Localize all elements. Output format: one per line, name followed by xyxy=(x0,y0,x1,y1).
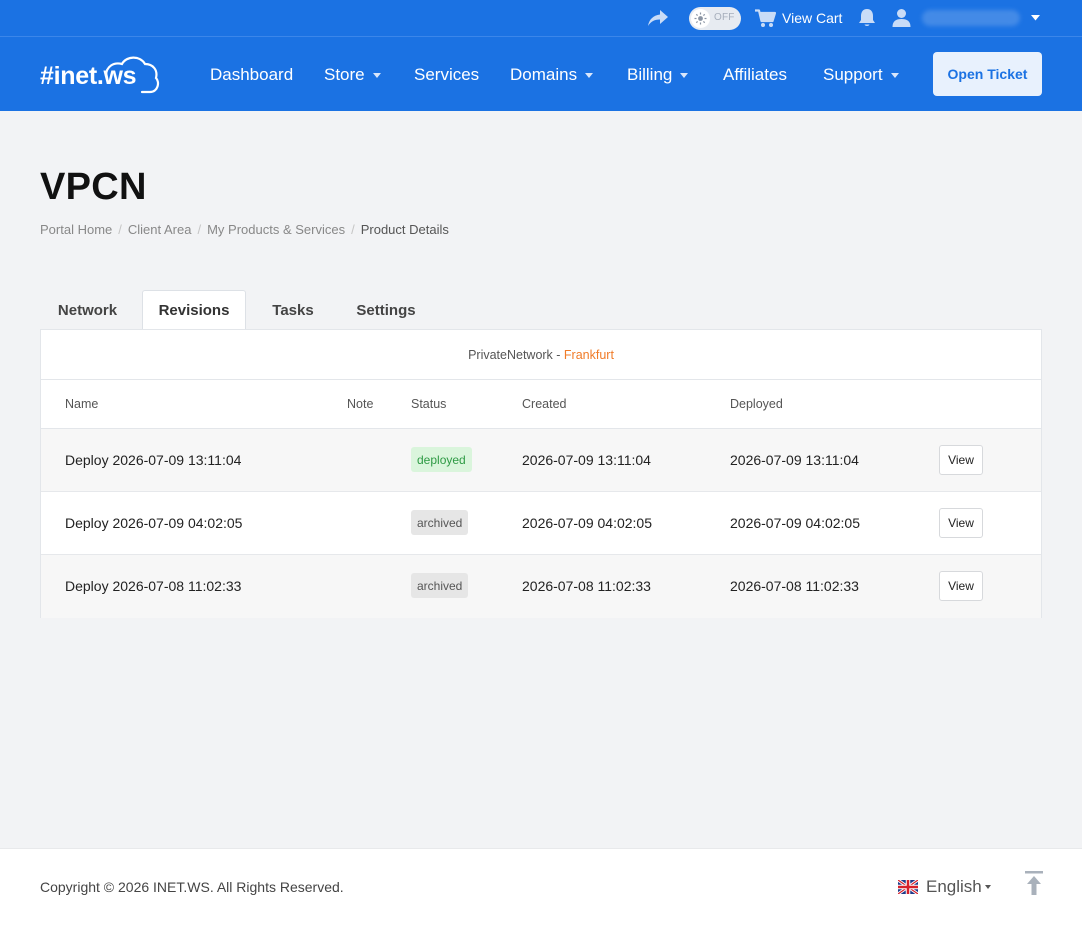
nav-support[interactable]: Support xyxy=(823,65,899,85)
chevron-down-icon xyxy=(984,885,991,889)
view-revision-button[interactable]: View xyxy=(939,508,983,538)
back-to-top-icon[interactable] xyxy=(1023,871,1045,897)
user-icon[interactable] xyxy=(892,8,911,28)
status-badge: deployed xyxy=(411,447,472,472)
uk-flag-icon xyxy=(898,880,918,894)
breadcrumb-portal-home[interactable]: Portal Home xyxy=(40,222,112,237)
nav-affiliates-label: Affiliates xyxy=(723,65,787,84)
table-row: Deploy 2026-07-08 11:02:33 archived 2026… xyxy=(41,555,1041,618)
nav-store[interactable]: Store xyxy=(324,65,381,85)
chevron-down-icon xyxy=(680,72,689,78)
status-badge: archived xyxy=(411,573,469,598)
column-header-name: Name xyxy=(65,397,99,411)
nav-dashboard[interactable]: Dashboard xyxy=(210,65,293,85)
view-cart-link[interactable]: View Cart xyxy=(755,8,842,28)
nav-support-label: Support xyxy=(823,65,883,84)
open-ticket-button[interactable]: Open Ticket xyxy=(933,52,1042,96)
user-name-redacted[interactable] xyxy=(922,10,1020,26)
dark-mode-toggle[interactable]: OFF xyxy=(689,7,741,30)
main-navigation: #inet.ws Dashboard Store Services Domain… xyxy=(0,37,1082,111)
share-arrow-icon[interactable] xyxy=(647,9,669,27)
revision-created: 2026-07-08 11:02:33 xyxy=(522,578,651,594)
chevron-down-icon xyxy=(585,72,594,78)
column-header-deployed: Deployed xyxy=(730,397,783,411)
panel-header: PrivateNetwork - Frankfurt xyxy=(41,330,1041,380)
column-header-created: Created xyxy=(522,397,567,411)
view-revision-button[interactable]: View xyxy=(939,445,983,475)
brand-logo[interactable]: #inet.ws xyxy=(40,54,160,94)
sun-icon xyxy=(694,12,707,25)
nav-store-label: Store xyxy=(324,65,365,84)
status-badge: archived xyxy=(411,510,469,535)
bell-icon[interactable] xyxy=(858,8,876,28)
nav-billing-label: Billing xyxy=(627,65,673,84)
view-revision-button[interactable]: View xyxy=(939,571,983,601)
table-row: Deploy 2026-07-09 13:11:04 deployed 2026… xyxy=(41,429,1041,492)
breadcrumb-separator: / xyxy=(118,222,122,237)
column-header-status: Status xyxy=(411,397,447,411)
cart-icon xyxy=(755,8,776,27)
revision-created: 2026-07-09 13:11:04 xyxy=(522,452,651,468)
column-header-note: Note xyxy=(347,397,374,411)
tab-tasks[interactable]: Tasks xyxy=(254,290,332,330)
page-footer: Copyright © 2026 INET.WS. All Rights Res… xyxy=(0,848,1082,925)
revision-name: Deploy 2026-07-09 13:11:04 xyxy=(65,452,242,468)
nav-services-label: Services xyxy=(414,65,480,84)
page-title: VPCN xyxy=(40,166,147,208)
revision-deployed: 2026-07-09 13:11:04 xyxy=(730,452,859,468)
nav-services[interactable]: Services xyxy=(414,65,479,85)
breadcrumb-my-products[interactable]: My Products & Services xyxy=(207,222,345,237)
revision-created: 2026-07-09 04:02:05 xyxy=(522,515,652,531)
toggle-knob xyxy=(691,9,710,28)
tab-revisions[interactable]: Revisions xyxy=(142,290,246,330)
table-row: Deploy 2026-07-09 04:02:05 archived 2026… xyxy=(41,492,1041,555)
breadcrumb: Portal Home / Client Area / My Products … xyxy=(40,222,449,237)
top-utility-bar: OFF View Cart xyxy=(0,0,1082,37)
breadcrumb-separator: / xyxy=(197,222,202,237)
network-location-separator: - xyxy=(552,347,564,362)
revision-deployed: 2026-07-08 11:02:33 xyxy=(730,578,859,594)
language-selector[interactable]: English xyxy=(898,877,991,897)
cloud-logo-icon xyxy=(104,56,160,94)
nav-billing[interactable]: Billing xyxy=(627,65,689,85)
table-header: Name Note Status Created Deployed xyxy=(41,380,1041,429)
chevron-down-icon xyxy=(372,72,381,78)
revisions-panel: PrivateNetwork - Frankfurt Name Note Sta… xyxy=(40,329,1042,618)
breadcrumb-client-area[interactable]: Client Area xyxy=(128,222,192,237)
network-name: PrivateNetwork xyxy=(468,347,553,362)
chevron-down-icon xyxy=(890,72,899,78)
network-location: Frankfurt xyxy=(563,347,614,362)
language-label: English xyxy=(926,877,982,896)
tab-network[interactable]: Network xyxy=(40,290,135,330)
breadcrumb-current: Product Details xyxy=(360,222,449,237)
toggle-off-label: OFF xyxy=(714,12,735,23)
revision-name: Deploy 2026-07-08 11:02:33 xyxy=(65,578,242,594)
nav-affiliates[interactable]: Affiliates xyxy=(723,65,787,85)
nav-dashboard-label: Dashboard xyxy=(210,65,294,84)
tab-settings[interactable]: Settings xyxy=(340,290,432,330)
revision-name: Deploy 2026-07-09 04:02:05 xyxy=(65,515,243,531)
chevron-down-icon[interactable] xyxy=(1031,15,1040,21)
revision-deployed: 2026-07-09 04:02:05 xyxy=(730,515,860,531)
breadcrumb-separator: / xyxy=(351,222,355,237)
view-cart-label: View Cart xyxy=(782,10,843,26)
nav-domains-label: Domains xyxy=(510,65,578,84)
nav-domains[interactable]: Domains xyxy=(510,65,594,85)
copyright-text: Copyright © 2026 INET.WS. All Rights Res… xyxy=(40,879,344,895)
